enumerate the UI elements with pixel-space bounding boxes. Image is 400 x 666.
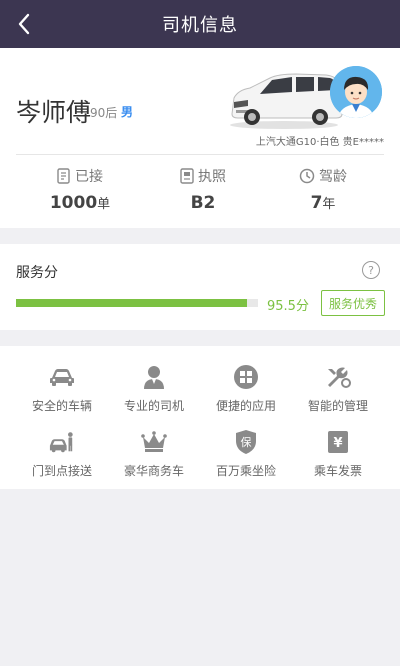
driver-card: 岑师傅 90后 男 上汽大通G10·白色 贵E***** 已接 1000单 执照… <box>0 48 400 228</box>
insurance-shield-icon: 保 <box>236 430 256 454</box>
feature-label: 智能的管理 <box>307 399 368 413</box>
service-score-value: 95.5分 <box>267 299 309 314</box>
service-rating-badge: 服务优秀 <box>321 290 385 316</box>
stat-orders-label: 已接 <box>75 169 103 185</box>
stat-driving-years-unit: 年 <box>322 197 336 212</box>
invoice-icon: ¥ <box>328 431 348 453</box>
feature-pro-driver[interactable]: 专业的司机 <box>108 364 200 414</box>
divider <box>16 154 384 155</box>
driver-age-group: 90后 <box>90 106 118 120</box>
feature-label: 专业的司机 <box>123 399 184 413</box>
stat-license: 执照 B2 <box>143 166 263 213</box>
stat-license-label: 执照 <box>198 169 226 185</box>
feature-label: 便捷的应用 <box>215 399 276 413</box>
features-grid: 安全的车辆 专业的司机 便捷的应用 智能的管理 门到点接送 豪华商务车 保 百万… <box>0 346 400 489</box>
feature-label: 乘车发票 <box>313 464 362 478</box>
feature-invoice[interactable]: ¥ 乘车发票 <box>292 429 384 479</box>
feature-smart-management[interactable]: 智能的管理 <box>292 364 384 414</box>
page-title: 司机信息 <box>162 15 238 36</box>
stat-orders: 已接 1000单 <box>20 166 140 213</box>
stat-driving-years-value: 7 <box>310 193 323 213</box>
license-card-icon <box>180 168 194 184</box>
feature-luxury-business-car[interactable]: 豪华商务车 <box>108 429 200 479</box>
stat-orders-value: 1000 <box>49 193 98 213</box>
feature-convenient-app[interactable]: 便捷的应用 <box>200 364 292 414</box>
stat-driving-years-label: 驾龄 <box>319 169 347 185</box>
feature-label: 百万乘坐险 <box>215 464 276 478</box>
stat-orders-unit: 单 <box>97 197 111 212</box>
order-doc-icon <box>57 168 70 184</box>
feature-label: 安全的车辆 <box>31 399 92 413</box>
service-score-card: 服务分 ? 95.5分 服务优秀 <box>0 244 400 330</box>
car-icon <box>50 369 74 386</box>
chevron-left-icon <box>18 13 30 35</box>
driver-avatar <box>330 66 382 118</box>
service-score-label: 服务分 <box>16 265 58 281</box>
invoice-glyph: ¥ <box>333 436 342 451</box>
help-icon[interactable]: ? <box>362 261 380 279</box>
feature-insurance[interactable]: 保 百万乘坐险 <box>200 429 292 479</box>
crown-icon <box>141 431 167 452</box>
feature-safe-vehicle[interactable]: 安全的车辆 <box>16 364 108 414</box>
feature-door-pickup[interactable]: 门到点接送 <box>16 429 108 479</box>
feature-label: 豪华商务车 <box>123 464 184 478</box>
service-score-bar <box>16 299 258 307</box>
nav-bar: 司机信息 <box>0 0 400 48</box>
stat-driving-years: 驾龄 7年 <box>263 166 383 213</box>
app-grid-icon <box>234 365 258 389</box>
service-score-bar-fill <box>16 299 248 307</box>
driver-name: 岑师傅 <box>16 98 92 127</box>
door-pickup-icon <box>49 432 73 453</box>
car-info: 上汽大通G10·白色 贵E***** <box>255 137 384 148</box>
wrench-icon <box>328 367 351 388</box>
driver-avatar-icon <box>330 66 382 118</box>
back-button[interactable] <box>10 10 38 38</box>
feature-label: 门到点接送 <box>31 464 92 478</box>
car-image <box>230 73 343 129</box>
clock-icon <box>299 168 315 184</box>
driver-gender: 男 <box>121 105 134 119</box>
driver-icon <box>144 366 164 389</box>
insurance-glyph: 保 <box>241 435 252 449</box>
stat-license-value: B2 <box>190 193 216 213</box>
